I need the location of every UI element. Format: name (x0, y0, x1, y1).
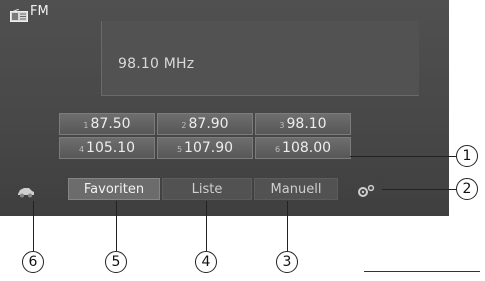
radio-icon (10, 7, 28, 22)
current-frequency: 98.10 MHz (118, 56, 195, 72)
source-label: FM (30, 4, 49, 19)
callout-1: 1 (456, 145, 478, 167)
callout-line-5 (116, 201, 117, 251)
preset-number: 2 (181, 121, 187, 130)
preset-button-3[interactable]: 3 98.10 (255, 113, 351, 135)
preset-frequency: 105.10 (86, 140, 136, 156)
preset-number: 5 (176, 145, 183, 154)
preset-number: 6 (274, 145, 281, 154)
callout-line-1 (350, 156, 456, 157)
preset-button-5[interactable]: 5 107.90 (157, 137, 253, 159)
callout-4: 4 (195, 251, 217, 273)
callout-line-3 (287, 201, 288, 251)
preset-frequency: 87.90 (188, 116, 229, 132)
preset-button-4[interactable]: 4 105.10 (59, 137, 155, 159)
callout-line-6 (33, 201, 34, 251)
preset-number: 1 (83, 121, 89, 130)
preset-frequency: 107.90 (184, 140, 234, 156)
preset-number: 4 (78, 145, 85, 154)
preset-frequency: 108.00 (282, 140, 332, 156)
tab-favorites[interactable]: Favoriten (68, 178, 160, 200)
tab-bar: Favoriten Liste Manuell (0, 176, 449, 204)
preset-frequency: 98.10 (286, 116, 327, 132)
callout-3: 3 (276, 251, 298, 273)
callout-2: 2 (456, 178, 478, 200)
footer-rule (364, 271, 480, 272)
callout-line-2 (382, 189, 456, 190)
callout-5: 5 (105, 251, 127, 273)
car-icon[interactable] (16, 183, 36, 198)
tab-list[interactable]: Liste (162, 178, 252, 200)
callout-6: 6 (22, 251, 44, 273)
preset-frequency: 87.50 (90, 116, 131, 132)
preset-number: 3 (279, 121, 285, 130)
preset-button-2[interactable]: 2 87.90 (157, 113, 253, 135)
callout-line-4 (206, 201, 207, 251)
settings-icon[interactable] (355, 183, 377, 197)
tab-manual[interactable]: Manuell (254, 178, 338, 200)
preset-button-1[interactable]: 1 87.50 (59, 113, 155, 135)
radio-screen: FM 98.10 MHz 1 87.50 2 87.90 3 98.10 4 105.1… (0, 0, 449, 216)
preset-button-6[interactable]: 6 108.00 (255, 137, 351, 159)
